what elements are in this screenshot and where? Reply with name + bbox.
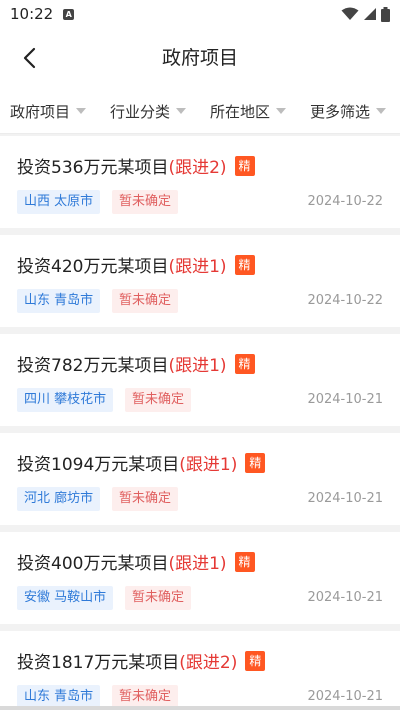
battery-icon [381, 6, 390, 22]
filter-more[interactable]: 更多筛选 [310, 88, 387, 134]
location-tag: 山西 太原市 [17, 190, 101, 214]
filter-label: 行业分类 [110, 102, 171, 121]
project-name: 投资1817万元某项目 [17, 653, 180, 673]
project-date: 2024-10-21 [307, 392, 383, 407]
location-tag: 四川 攀枝花市 [17, 388, 114, 412]
project-card[interactable]: 投资420万元某项目 (跟进1) 精 山东 青岛市 暂未确定 2024-10-2… [0, 235, 400, 327]
project-title: 投资1817万元某项目 (跟进2) 精 [17, 648, 266, 673]
filter-label: 更多筛选 [310, 102, 371, 121]
project-date: 2024-10-21 [307, 491, 383, 506]
project-title: 投资536万元某项目 (跟进2) 精 [17, 153, 255, 178]
project-name: 投资1094万元某项目 [17, 455, 180, 475]
status-tag: 暂未确定 [112, 289, 179, 313]
project-title: 投资782万元某项目 (跟进1) 精 [17, 351, 255, 376]
follow-count: (跟进1) [168, 554, 227, 574]
bottom-edge [0, 706, 400, 710]
filter-bar: 政府项目 行业分类 所在地区 更多筛选 [0, 88, 400, 134]
location-tag: 河北 廊坊市 [17, 487, 101, 511]
page-title: 政府项目 [161, 47, 238, 69]
triangle-down-icon [376, 108, 387, 114]
signal-icon [364, 8, 376, 20]
follow-count: (跟进2) [168, 158, 227, 178]
triangle-down-icon [176, 108, 187, 114]
status-time: 10:22 [10, 5, 54, 23]
premium-badge: 精 [245, 650, 266, 671]
status-tag: 暂未确定 [112, 487, 179, 511]
follow-count: (跟进2) [179, 653, 238, 673]
project-card[interactable]: 投资782万元某项目 (跟进1) 精 四川 攀枝花市 暂未确定 2024-10-… [0, 334, 400, 426]
premium-badge: 精 [234, 551, 255, 572]
chevron-left-icon [23, 47, 36, 69]
project-name: 投资536万元某项目 [17, 158, 169, 178]
status-tag: 暂未确定 [125, 388, 192, 412]
project-title: 投资420万元某项目 (跟进1) 精 [17, 252, 255, 277]
back-button[interactable] [12, 42, 48, 74]
project-name: 投资420万元某项目 [17, 257, 169, 277]
status-tag: 暂未确定 [125, 586, 192, 610]
triangle-down-icon [276, 108, 287, 114]
filter-region[interactable]: 所在地区 [210, 88, 287, 134]
filter-project-type[interactable]: 政府项目 [10, 88, 87, 134]
follow-count: (跟进1) [168, 257, 227, 277]
project-card[interactable]: 投资400万元某项目 (跟进1) 精 安徽 马鞍山市 暂未确定 2024-10-… [0, 532, 400, 624]
filter-label: 所在地区 [210, 102, 271, 121]
project-card[interactable]: 投资1094万元某项目 (跟进1) 精 河北 廊坊市 暂未确定 2024-10-… [0, 433, 400, 525]
nav-bar: 政府项目 [0, 28, 400, 88]
location-tag: 山东 青岛市 [17, 289, 101, 313]
triangle-down-icon [76, 108, 87, 114]
project-date: 2024-10-22 [307, 194, 383, 209]
status-bar: 10:22 A [0, 0, 400, 28]
project-title: 投资1094万元某项目 (跟进1) 精 [17, 450, 266, 475]
project-name: 投资400万元某项目 [17, 554, 169, 574]
project-date: 2024-10-21 [307, 590, 383, 605]
wifi-icon [341, 7, 359, 20]
premium-badge: 精 [245, 452, 266, 473]
premium-badge: 精 [234, 155, 255, 176]
status-icons [341, 6, 390, 22]
project-name: 投资782万元某项目 [17, 356, 169, 376]
project-card[interactable]: 投资1817万元某项目 (跟进2) 精 山东 青岛市 暂未确定 2024-10-… [0, 631, 400, 710]
project-title: 投资400万元某项目 (跟进1) 精 [17, 549, 255, 574]
notification-icon: A [63, 8, 75, 20]
premium-badge: 精 [234, 254, 255, 275]
follow-count: (跟进1) [179, 455, 238, 475]
filter-industry[interactable]: 行业分类 [110, 88, 187, 134]
status-tag: 暂未确定 [112, 190, 179, 214]
project-date: 2024-10-22 [307, 293, 383, 308]
location-tag: 安徽 马鞍山市 [17, 586, 114, 610]
premium-badge: 精 [234, 353, 255, 374]
follow-count: (跟进1) [168, 356, 227, 376]
project-card[interactable]: 投资536万元某项目 (跟进2) 精 山西 太原市 暂未确定 2024-10-2… [0, 136, 400, 228]
filter-label: 政府项目 [10, 102, 71, 121]
